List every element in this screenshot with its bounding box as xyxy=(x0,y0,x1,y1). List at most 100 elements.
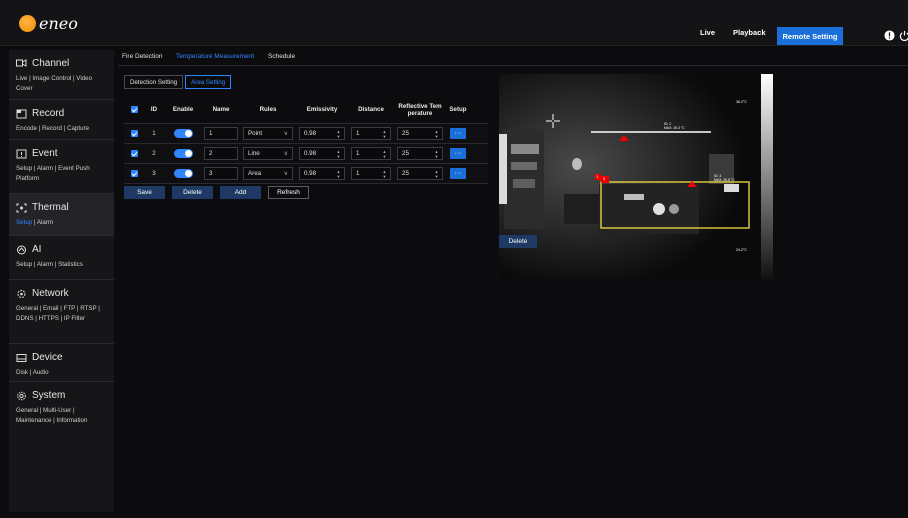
subtab-detection-setting[interactable]: Detection Setting xyxy=(124,75,184,89)
sidebar-section-network[interactable]: Network General | Email | FTP | RTSP | D… xyxy=(9,280,114,344)
distance-stepper[interactable]: 1 ▲ ▼ xyxy=(351,147,391,160)
sidebar-section-ai[interactable]: AI Setup | Alarm | Statistics xyxy=(9,236,114,280)
system-gear-icon xyxy=(17,391,26,400)
delete-button[interactable]: Delete xyxy=(172,186,213,199)
emissivity-stepper[interactable]: 0.98 ▲ ▼ xyxy=(299,127,345,140)
sidebar-links[interactable]: Live | Image Control | Video Cover xyxy=(16,74,114,94)
stepper-arrows-icon[interactable]: ▲ ▼ xyxy=(382,169,387,179)
sidebar-link-setup[interactable]: Setup xyxy=(16,219,32,226)
enable-toggle[interactable] xyxy=(173,129,193,138)
channel-icon xyxy=(16,58,27,67)
header-id: ID xyxy=(150,106,158,113)
header-enable: Enable xyxy=(172,106,194,113)
logo: eneo xyxy=(19,13,78,33)
reflective-temp-stepper[interactable]: 25 ▲ ▼ xyxy=(397,147,443,160)
sidebar-section-title: System xyxy=(32,390,66,401)
stepper-arrows-icon[interactable]: ▲ ▼ xyxy=(336,149,341,159)
refresh-button[interactable]: Refresh xyxy=(268,186,309,199)
device-icon xyxy=(16,353,27,362)
row-checkbox[interactable] xyxy=(130,170,138,177)
nav-live[interactable]: Live xyxy=(700,28,715,37)
sidebar-section-title: Channel xyxy=(32,58,70,69)
stepper-arrows-icon[interactable]: ▲ ▼ xyxy=(434,129,439,139)
nav-playback[interactable]: Playback xyxy=(733,28,766,37)
rules-select[interactable]: Point ∨ xyxy=(243,127,293,140)
stepper-arrows-icon[interactable]: ▲ ▼ xyxy=(336,129,341,139)
select-all-checkbox[interactable] xyxy=(130,106,138,113)
tab-bar: Fire Detection Temperature Measurement S… xyxy=(118,50,908,66)
stepper-arrows-icon[interactable]: ▲ ▼ xyxy=(382,149,387,159)
sidebar-section-device[interactable]: Device Disk | Audio xyxy=(9,344,114,382)
emissivity-stepper[interactable]: 0.98 ▲ ▼ xyxy=(299,147,345,160)
stepper-arrows-icon[interactable]: ▲ ▼ xyxy=(434,149,439,159)
subtab-area-setting[interactable]: Area Setting xyxy=(185,75,232,89)
tab-temperature-measurement[interactable]: Temperature Measurement xyxy=(176,53,254,60)
header-distance: Distance xyxy=(358,106,384,113)
delete-rule-button[interactable]: Delete xyxy=(499,235,537,248)
sidebar: Channel Live | Image Control | Video Cov… xyxy=(9,50,114,512)
sidebar-section-title: Record xyxy=(32,108,65,119)
save-button[interactable]: Save xyxy=(124,186,165,199)
enable-toggle[interactable] xyxy=(173,169,193,178)
sidebar-section-system[interactable]: System General | Multi-User | Maintenanc… xyxy=(9,382,114,434)
sidebar-section-title: Network xyxy=(32,288,69,299)
distance-stepper[interactable]: 1 ▲ ▼ xyxy=(351,167,391,180)
sidebar-links[interactable]: Disk | Audio xyxy=(16,368,114,378)
sidebar-section-channel[interactable]: Channel Live | Image Control | Video Cov… xyxy=(9,50,114,100)
stepper-arrows-icon[interactable]: ▲ ▼ xyxy=(434,169,439,179)
reflective-temp-stepper[interactable]: 25 ▲ ▼ xyxy=(397,167,443,180)
sidebar-section-title: Device xyxy=(32,352,63,363)
stepper-arrows-icon[interactable]: ▲ ▼ xyxy=(336,169,341,179)
header-reflective-temperature: Reflective Tem perature xyxy=(398,102,442,117)
row-id: 2 xyxy=(152,150,156,157)
header-rules: Rules xyxy=(259,106,277,113)
thermal-image xyxy=(499,74,773,279)
sidebar-links[interactable]: Encode | Record | Capture xyxy=(16,124,114,134)
rules-select[interactable]: Area ∨ xyxy=(243,167,293,180)
thermal-camera-view[interactable]: 36.2°C 24.2°C ID: 2 MAX: 26.3 °C ID: 3 M… xyxy=(499,74,773,279)
row-id: 1 xyxy=(152,130,156,137)
rules-select[interactable]: Line ∨ xyxy=(243,147,293,160)
sidebar-links[interactable]: General | Multi-User | Maintenance | Inf… xyxy=(16,406,114,426)
name-input[interactable]: 1 xyxy=(204,127,238,140)
row-checkbox[interactable] xyxy=(130,150,138,157)
row-checkbox[interactable] xyxy=(130,130,138,137)
table-row: 2 2 Line ∨ 0.98 ▲ ▼ 1 ▲ ▼ 25 ▲ ▼ ··· xyxy=(124,144,488,164)
main-content: Fire Detection Temperature Measurement S… xyxy=(118,50,908,512)
sidebar-links[interactable]: Setup | Alarm | Statistics xyxy=(16,260,114,270)
distance-stepper[interactable]: 1 ▲ ▼ xyxy=(351,127,391,140)
tab-fire-detection[interactable]: Fire Detection xyxy=(122,53,162,60)
record-icon xyxy=(16,109,27,118)
alert-icon[interactable] xyxy=(884,30,895,41)
setup-more-button[interactable]: ··· xyxy=(450,168,466,179)
thermal-icon xyxy=(16,203,27,212)
sidebar-section-thermal[interactable]: Thermal Setup | Alarm xyxy=(9,194,114,236)
sidebar-section-record[interactable]: Record Encode | Record | Capture xyxy=(9,100,114,140)
enable-toggle[interactable] xyxy=(173,149,193,158)
power-icon[interactable] xyxy=(899,30,908,41)
name-input[interactable]: 3 xyxy=(204,167,238,180)
sidebar-links[interactable]: Setup | Alarm | Event Push Platform xyxy=(16,164,114,184)
emissivity-stepper[interactable]: 0.98 ▲ ▼ xyxy=(299,167,345,180)
name-input[interactable]: 2 xyxy=(204,147,238,160)
sidebar-section-event[interactable]: Event Setup | Alarm | Event Push Platfor… xyxy=(9,140,114,194)
table-row: 1 1 Point ∨ 0.98 ▲ ▼ 1 ▲ ▼ 25 ▲ ▼ ··· xyxy=(124,124,488,144)
sidebar-links[interactable]: General | Email | FTP | RTSP | DDNS | HT… xyxy=(16,304,114,324)
area-max-label: MAX: 26.8 °C xyxy=(714,178,735,182)
event-icon xyxy=(16,149,27,158)
add-button[interactable]: Add xyxy=(220,186,261,199)
reflective-temp-stepper[interactable]: 25 ▲ ▼ xyxy=(397,127,443,140)
sidebar-link-alarm[interactable]: | Alarm xyxy=(32,219,53,226)
sidebar-section-title: AI xyxy=(32,244,42,255)
nav-remote-setting[interactable]: Remote Setting xyxy=(777,27,843,45)
area-marker-label: 3 xyxy=(603,176,606,181)
network-icon xyxy=(17,289,26,298)
scale-min-label: 24.2°C xyxy=(736,248,748,252)
setup-more-button[interactable]: ··· xyxy=(450,148,466,159)
sidebar-section-title: Thermal xyxy=(32,202,69,213)
tab-schedule[interactable]: Schedule xyxy=(268,53,295,60)
logo-mark-icon xyxy=(19,14,36,32)
table-row: 3 3 Area ∨ 0.98 ▲ ▼ 1 ▲ ▼ 25 ▲ ▼ ··· xyxy=(124,164,488,184)
stepper-arrows-icon[interactable]: ▲ ▼ xyxy=(382,129,387,139)
setup-more-button[interactable]: ··· xyxy=(450,128,466,139)
